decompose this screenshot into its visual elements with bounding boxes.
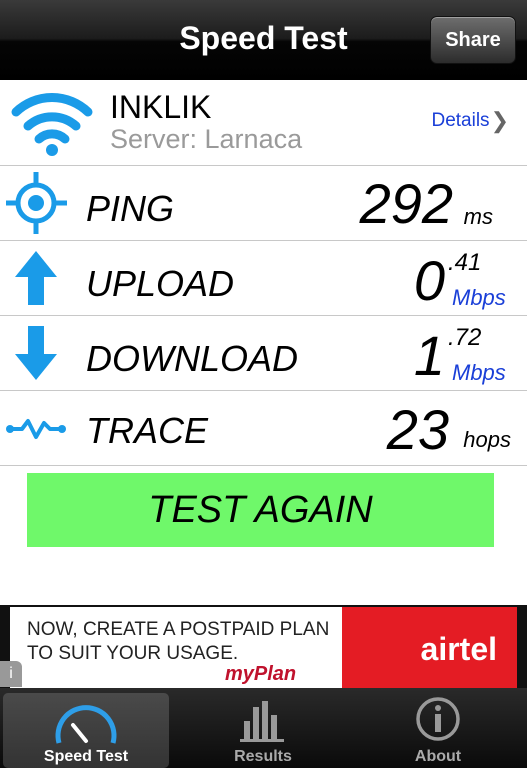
trace-wave-icon: [6, 419, 66, 439]
info-icon: [416, 697, 460, 741]
speedometer-icon: [55, 705, 117, 744]
tab-label: Results: [234, 748, 292, 765]
arrow-up-icon: [15, 251, 57, 305]
tab-speed-test[interactable]: Speed Test: [3, 693, 169, 768]
upload-value-fraction: .41: [448, 249, 482, 276]
details-label: Details: [431, 110, 490, 131]
ping-row: PING 292 ms: [0, 166, 527, 241]
navigation-bar: Speed Test Share: [0, 0, 527, 80]
trace-row: TRACE 23 hops: [0, 391, 527, 466]
download-value-fraction: .72: [448, 324, 482, 351]
ping-value: 292: [359, 172, 453, 235]
trace-label: TRACE: [86, 410, 209, 451]
download-unit: Mbps: [452, 360, 506, 385]
bar-chart-icon: [240, 701, 284, 742]
wifi-icon: [11, 93, 93, 156]
upload-unit: Mbps: [452, 285, 506, 310]
target-icon: [6, 172, 67, 234]
tab-results[interactable]: Results: [180, 693, 346, 768]
upload-row: UPLOAD 0 .41 Mbps: [0, 241, 527, 316]
ping-unit: ms: [463, 204, 493, 229]
download-row: DOWNLOAD 1 .72 Mbps: [0, 316, 527, 391]
ad-subheadline: TO SUIT YOUR USAGE.: [27, 643, 239, 664]
tab-bar: Speed Test Results About: [0, 688, 527, 768]
download-value-whole: 1: [413, 324, 445, 387]
arrow-down-icon: [15, 326, 57, 380]
trace-unit: hops: [463, 427, 511, 452]
ping-label: PING: [86, 188, 175, 229]
upload-label: UPLOAD: [86, 263, 235, 304]
ad-banner[interactable]: NOW, CREATE A POSTPAID PLAN TO SUIT YOUR…: [0, 605, 527, 688]
ad-headline: NOW, CREATE A POSTPAID PLAN: [27, 619, 330, 640]
test-again-button[interactable]: TEST AGAIN: [27, 473, 494, 547]
upload-value-whole: 0: [413, 249, 445, 312]
tab-about[interactable]: About: [355, 693, 521, 768]
share-button[interactable]: Share: [430, 16, 516, 64]
trace-value: 23: [386, 398, 449, 461]
isp-name: INKLIK: [110, 89, 212, 125]
ad-brand-name: airtel: [420, 631, 497, 667]
tab-label: Speed Test: [43, 748, 129, 765]
ad-plan-name: myPlan: [225, 663, 297, 685]
details-link[interactable]: Details ❯: [431, 108, 509, 134]
tab-label: About: [414, 748, 462, 765]
chevron-right-icon: ❯: [490, 108, 509, 133]
ad-brand-panel: airtel: [342, 607, 517, 688]
server-location: Server: Larnaca: [110, 124, 303, 154]
ad-info-icon[interactable]: i: [0, 661, 22, 687]
server-info-row[interactable]: INKLIK Server: Larnaca Details ❯: [0, 80, 527, 166]
download-label: DOWNLOAD: [86, 338, 299, 379]
ad-content[interactable]: NOW, CREATE A POSTPAID PLAN TO SUIT YOUR…: [10, 607, 517, 688]
